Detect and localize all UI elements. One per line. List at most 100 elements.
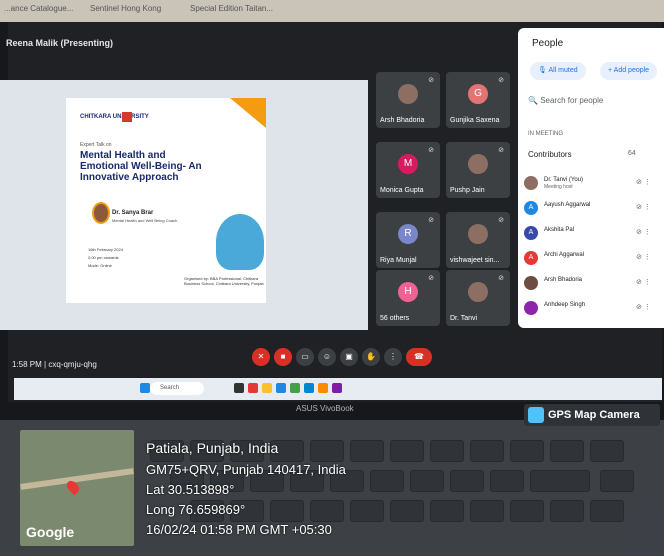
participant-avatar [468,154,488,174]
participant-name: Pushp Jain [450,187,485,194]
mic-muted-icon: ⊘ [428,217,434,224]
gps-camera-icon [528,407,544,423]
geo-info: Patiala, Punjab, India GM75+QRV, Punjab … [146,440,346,540]
brain-head-illustration [216,214,264,270]
taskbar-search[interactable]: Search [150,382,204,395]
participant-avatar [468,224,488,244]
participant-name: Akshita Pal [544,227,575,233]
browser-tab[interactable]: ...ance Catalogue... [4,4,73,13]
participant-tile[interactable]: H 56 others ⊘ [376,270,440,326]
participant-row[interactable]: Dr. Tanvi (You) Meeting host ⊘ ⋮ [524,172,664,197]
all-muted-button[interactable]: 🎙 All muted [530,62,586,80]
geo-datetime: 16/02/24 01:58 PM GMT +05:30 [146,522,332,537]
mic-muted-icon[interactable]: ⊘ ⋮ [636,228,651,236]
geo-address: GM75+QRV, Punjab 140417, India [146,462,346,477]
slide-mode: Mode: Online [88,263,112,268]
participant-tile[interactable]: Arsh Bhadoria ⊘ [376,72,440,128]
participant-name: Arsh Bhadoria [544,277,583,283]
participant-row[interactable]: A Akshita Pal ⊘ ⋮ [524,222,664,247]
participant-tile[interactable]: vishwajeet sin... ⊘ [446,212,510,268]
participant-tile[interactable]: M Monica Gupta ⊘ [376,142,440,198]
geo-city: Patiala, Punjab, India [146,440,279,456]
gps-camera-label: GPS Map Camera [548,409,640,421]
captions-button[interactable]: ▭ [296,348,314,366]
participant-avatar [524,301,538,315]
participant-tile[interactable]: Pushp Jain ⊘ [446,142,510,198]
taskbar-app-icon[interactable] [318,383,328,393]
participant-avatar [524,276,538,290]
windows-start-icon[interactable] [140,383,150,393]
contributors-label[interactable]: Contributors [528,150,572,159]
participant-avatar [468,282,488,302]
participant-avatar: A [524,201,538,215]
leave-call-button[interactable]: ☎ [406,348,432,366]
slide-date: 16th February 2024 [88,247,123,252]
slide-speaker-role: Mental Health and Well Being Coach [112,218,178,223]
participant-avatar: G [468,84,488,104]
people-title: People [532,38,564,49]
geo-longitude: Long 76.659869° [146,502,246,517]
participant-avatar: A [524,226,538,240]
slide-corner-accent [230,98,266,128]
search-people-input[interactable]: 🔍 Search for people [528,96,603,105]
add-people-button[interactable]: + Add people [600,62,658,80]
participant-name: Dr. Tanvi (You) [544,177,584,183]
slide-organizer: Organised by: BBA Professional, Chitkara… [184,276,264,286]
participant-row[interactable]: Arsh Bhadoria ⊘ ⋮ [524,272,664,297]
slide-time: 2:00 pm onwards [88,255,119,260]
gps-camera-badge: GPS Map Camera [524,404,660,426]
browser-tab-strip: ...ance Catalogue... Sentinel Hong Kong … [0,0,664,22]
mic-off-button[interactable]: ✕ [252,348,270,366]
present-button[interactable]: ▣ [340,348,358,366]
taskbar-app-icon[interactable] [234,383,244,393]
participant-name: vishwajeet sin... [450,257,500,264]
camera-off-button[interactable]: ■ [274,348,292,366]
mic-muted-icon[interactable]: ⊘ ⋮ [636,253,651,261]
participant-list: Dr. Tanvi (You) Meeting host ⊘ ⋮ A Aayush Ag… [524,172,664,322]
presenter-label: Reena Malik (Presenting) [6,38,114,48]
participant-name: Archi Aggarwal [544,252,585,258]
slide-brand: CHITKARA UNIVERSITY [80,114,149,120]
more-options-button[interactable]: ⋮ [384,348,402,366]
participant-name: Monica Gupta [380,187,424,194]
participant-avatar: A [524,251,538,265]
mic-muted-icon: ⊘ [428,77,434,84]
taskbar-app-icon[interactable] [262,383,272,393]
taskbar-app-icon[interactable] [248,383,258,393]
participant-row[interactable]: Anhdeep Singh ⊘ ⋮ [524,297,664,322]
taskbar-app-icon[interactable] [290,383,300,393]
participant-avatar [524,176,538,190]
laptop-brand: ASUS VivoBook [296,404,354,413]
people-panel: People 🎙 All muted + Add people 🔍 Search… [518,28,664,328]
slide-expert-talk: Expert Talk on [80,142,112,148]
participant-row[interactable]: A Aayush Aggarwal ⊘ ⋮ [524,197,664,222]
in-meeting-label: IN MEETING [528,131,564,137]
location-map-thumbnail: Google [20,430,134,546]
emoji-button[interactable]: ☺ [318,348,336,366]
taskbar-app-icon[interactable] [276,383,286,393]
browser-tab[interactable]: Sentinel Hong Kong [90,4,161,13]
taskbar-app-icon[interactable] [332,383,342,393]
mic-muted-icon: ⊘ [428,147,434,154]
mic-muted-icon[interactable]: ⊘ ⋮ [636,203,651,211]
participant-tile[interactable]: R Riya Munjal ⊘ [376,212,440,268]
participant-row[interactable]: A Archi Aggarwal ⊘ ⋮ [524,247,664,272]
participant-tile[interactable]: G Gunjika Saxena ⊘ [446,72,510,128]
mic-muted-icon: ⊘ [428,275,434,282]
contributors-count: 64 [628,150,636,157]
mic-muted-icon[interactable]: ⊘ ⋮ [636,303,651,311]
mic-muted-icon[interactable]: ⊘ ⋮ [636,278,651,286]
raise-hand-button[interactable]: ✋ [362,348,380,366]
participant-tile[interactable]: Dr. Tanvi ⊘ [446,270,510,326]
participant-name: Anhdeep Singh [544,302,586,308]
taskbar-app-icon[interactable] [304,383,314,393]
browser-tab[interactable]: Special Edition Taitan... [190,4,273,13]
slide-title: Mental Health and Emotional Well-Being- … [80,150,202,183]
participant-name: Arsh Bhadoria [380,117,425,124]
geo-latitude: Lat 30.513898° [146,482,235,497]
participant-name: Riya Munjal [380,257,417,264]
mic-muted-icon[interactable]: ⊘ ⋮ [636,178,651,186]
mic-muted-icon: ⊘ [498,77,504,84]
slide-date-block: 16th February 2024 2:00 pm onwards Mode:… [88,246,123,270]
presentation-slide: CHITKARA UNIVERSITY Expert Talk on Menta… [66,98,266,303]
